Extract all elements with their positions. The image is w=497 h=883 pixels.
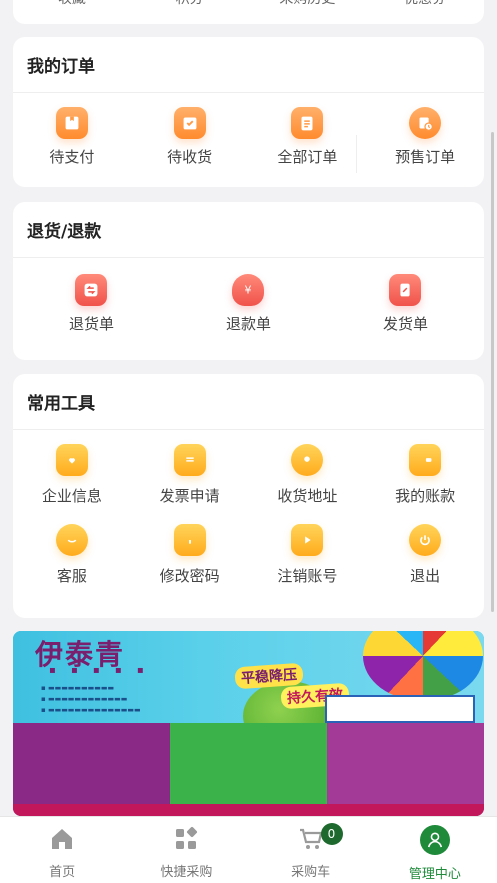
company-info-label: 企业信息 [41,487,102,505]
play-icon [291,524,324,556]
tools-title: 常用工具 [13,374,484,430]
orders-card: 我的订单 待支付 待收货 全部订单 预售订单 [13,37,484,187]
tab-cart[interactable]: 0 采购车 [249,817,373,883]
shipping-order[interactable]: 发货单 [327,258,484,358]
order-pending-receipt-label: 待收货 [167,148,213,166]
my-account-label: 我的账款 [395,487,456,505]
tab-home[interactable]: 首页 [0,817,124,883]
change-password[interactable]: 修改密码 [131,510,249,590]
company-info[interactable]: 企业信息 [13,430,131,510]
shipping-address-label: 收货地址 [277,487,338,505]
tab-quick-purchase-label: 快捷采购 [160,865,213,880]
grid-icon [176,826,198,849]
banner-footer-strip [13,804,484,816]
refund-card: 退货/退款 退货单 ¥ 退款单 发货单 [13,202,484,360]
receipt-icon [173,444,206,476]
refund-order[interactable]: ¥ 退款单 [170,258,327,358]
power-icon [409,524,442,556]
banner-panel-right [327,723,484,816]
banner-panels [13,723,484,816]
bottom-tab-bar: 首页 快捷采购 0 采购车 管理中心 [0,816,497,883]
banner-subtitle-graphic: ▪ ▪ ▪ ▪ ▪ [49,665,150,676]
promo-banner[interactable]: 伊泰青 ▪ ▪ ▪ ▪ ▪ ▪ ▬▬▬▬▬▬▬▬▬▬ ▪ ▬▬▬▬▬▬▬▬▬▬▬▬… [13,631,484,816]
orders-title: 我的订单 [13,37,484,93]
delete-account[interactable]: 注销账号 [249,510,367,590]
customer-service-label: 客服 [56,567,87,585]
tab-cart-label: 采购车 [291,865,331,880]
store-heart-icon [55,444,88,476]
inbox-check-icon [173,107,206,139]
tab-management-center-label: 管理中心 [408,867,461,882]
orders-divider [356,135,357,173]
banner-bullets-graphic: ▪ ▬▬▬▬▬▬▬▬▬▬ ▪ ▬▬▬▬▬▬▬▬▬▬▬▬ ▪ ▬▬▬▬▬▬▬▬▬▬▬▬… [41,684,141,714]
location-pin-icon [291,444,324,476]
invoice-request-label: 发票申请 [159,487,220,505]
banner-slogan-1: 平稳降压 [234,662,304,690]
product-box-image [325,695,475,723]
shipping-document-icon [389,274,422,306]
logout-label: 退出 [410,567,441,585]
change-password-label: 修改密码 [159,567,220,585]
order-pending-payment-label: 待支付 [49,148,95,166]
tab-quick-purchase[interactable]: 快捷采购 [124,817,248,883]
cart-badge: 0 [320,823,343,845]
order-all[interactable]: 全部订单 [249,93,367,185]
tab-home-label: 首页 [49,865,76,880]
order-presale-label: 预售订单 [395,148,456,166]
clock-document-icon [409,107,442,139]
clipboard-list-icon [291,107,324,139]
tab-management-center[interactable]: 管理中心 [373,817,497,883]
home-icon [52,829,73,849]
wallet-icon [409,444,442,476]
customer-service[interactable]: 客服 [13,510,131,590]
order-all-label: 全部订单 [277,148,338,166]
refund-title: 退货/退款 [13,202,484,258]
return-icon [75,274,108,306]
lock-icon [173,524,206,556]
user-icon [419,825,450,855]
delete-account-label: 注销账号 [277,567,338,585]
order-presale[interactable]: 预售订单 [366,93,484,185]
return-order[interactable]: 退货单 [13,258,170,358]
svg-text:¥: ¥ [245,284,252,297]
coupons-link[interactable]: 优惠券 [366,0,484,8]
banner-panel-left [13,723,170,816]
shipping-address[interactable]: 收货地址 [249,430,367,510]
purchase-history-link[interactable]: 采购历史 [249,0,367,8]
favorites-link[interactable]: 收藏 [13,0,131,8]
banner-panel-middle [170,723,327,816]
order-pending-receipt[interactable]: 待收货 [131,93,249,185]
shipping-order-label: 发货单 [382,315,428,333]
shortcut-card: 收藏 积分 采购历史 优惠券 [13,0,484,24]
my-account[interactable]: 我的账款 [366,430,484,510]
logout[interactable]: 退出 [366,510,484,590]
invoice-request[interactable]: 发票申请 [131,430,249,510]
order-pending-payment[interactable]: 待支付 [13,93,131,185]
tools-card: 常用工具 企业信息 发票申请 收货地址 我的账款 客服 修改密码 注销账号 退出 [13,374,484,618]
refund-order-label: 退款单 [225,315,271,333]
wallet-icon [55,107,88,139]
cart-icon [299,828,322,849]
points-link[interactable]: 积分 [131,0,249,8]
return-order-label: 退货单 [68,315,114,333]
chat-smile-icon [55,524,88,556]
scrollbar[interactable] [491,132,494,612]
money-bag-icon: ¥ [232,274,265,306]
